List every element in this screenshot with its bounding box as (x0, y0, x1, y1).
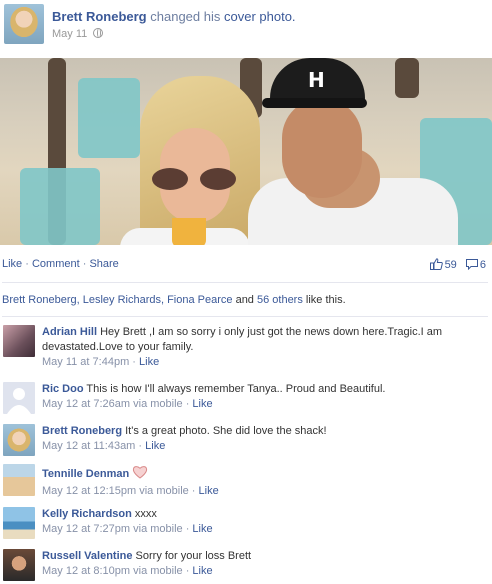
comment-count[interactable]: 6 (480, 259, 486, 271)
comment-text: This is how I'll always remember Tanya..… (83, 383, 386, 395)
cap-bill (262, 98, 367, 108)
comment-item: Kelly Richardson xxxx May 12 at 7:27pm v… (0, 507, 492, 541)
post-headline: Brett Roneberg changed his cover photo. (52, 9, 296, 24)
comment-like-link[interactable]: Like (145, 440, 165, 452)
thumbs-up-icon[interactable] (429, 258, 443, 270)
comment-meta: May 12 at 11:43am · Like (42, 440, 166, 452)
like-link[interactable]: Like (2, 258, 22, 270)
commenter-name-link[interactable]: Brett Roneberg (42, 425, 122, 437)
comment-via: via mobile (136, 485, 189, 497)
comment-text: It's a great photo. She did love the sha… (122, 425, 327, 437)
comment-time[interactable]: May 12 at 7:27pm (42, 523, 130, 535)
commenter-name-link[interactable]: Russell Valentine (42, 550, 132, 562)
comment-meta: May 11 at 7:44pm · Like (42, 356, 160, 368)
likes-tail-text: like this. (302, 294, 346, 306)
comment-body: Adrian Hill Hey Brett ,I am so sorry i o… (42, 325, 482, 370)
commenter-avatar[interactable] (3, 507, 35, 539)
comment-meta: May 12 at 12:15pm via mobile · Like (42, 485, 219, 497)
comment-link[interactable]: Comment (32, 258, 80, 270)
comment-body: Brett Roneberg It's a great photo. She d… (42, 424, 482, 454)
comment-body: Russell Valentine Sorry for your loss Br… (42, 549, 482, 579)
post-header: Brett Roneberg changed his cover photo. … (0, 0, 492, 58)
heart-icon (133, 466, 148, 479)
cover-photo[interactable]: H (0, 58, 492, 245)
beach-chair (78, 78, 140, 158)
comment-body: Tennille Denman May 12 at 12:15pm via mo… (42, 464, 482, 499)
comment-time[interactable]: May 12 at 7:26am (42, 398, 130, 410)
globe-icon[interactable] (93, 28, 104, 38)
likes-summary: Brett Roneberg, Lesley Richards, Fiona P… (2, 294, 346, 306)
comment-meta: May 12 at 7:26am via mobile · Like (42, 398, 213, 410)
comment-like-link[interactable]: Like (192, 565, 212, 577)
beach-chair (20, 168, 100, 245)
share-link[interactable]: Share (89, 258, 118, 270)
comment-text: Hey Brett ,I am so sorry i only just got… (42, 326, 443, 353)
comment-body: Ric Doo This is how I'll always remember… (42, 382, 482, 412)
author-name-link[interactable]: Brett Roneberg (52, 9, 147, 24)
comment-meta: May 12 at 8:10pm via mobile · Like (42, 565, 213, 577)
comment-bubble-icon[interactable] (465, 259, 478, 270)
comment-via: via mobile (130, 398, 183, 410)
likes-others-link[interactable]: 56 others (257, 294, 303, 306)
comment-like-link[interactable]: Like (192, 398, 212, 410)
post-actions: Like · Comment · Share (2, 258, 119, 270)
cocktail-glass (172, 218, 206, 245)
divider (2, 316, 488, 317)
sunglasses (152, 168, 240, 190)
likers-names[interactable]: Brett Roneberg, Lesley Richards, Fiona P… (2, 294, 233, 306)
divider (2, 282, 488, 283)
like-count[interactable]: 59 (445, 259, 457, 271)
comment-time[interactable]: May 12 at 8:10pm (42, 565, 130, 577)
comment-item: Brett Roneberg It's a great photo. She d… (0, 424, 492, 458)
commenter-name-link[interactable]: Adrian Hill (42, 326, 97, 338)
commenter-avatar[interactable] (3, 382, 35, 414)
comment-meta: May 12 at 7:27pm via mobile · Like (42, 523, 213, 535)
commenter-avatar[interactable] (3, 464, 35, 496)
post-date[interactable]: May 11 (52, 28, 87, 40)
commenter-avatar[interactable] (3, 325, 35, 357)
comment-like-link[interactable]: Like (139, 356, 159, 368)
default-avatar-icon (7, 388, 31, 414)
separator: · (79, 258, 90, 270)
comment-time[interactable]: May 11 at 7:44pm (42, 356, 129, 368)
comment-item: Adrian Hill Hey Brett ,I am so sorry i o… (0, 325, 492, 373)
cap-logo: H (308, 68, 325, 92)
comment-text: Sorry for your loss Brett (132, 550, 252, 562)
comment-item: Russell Valentine Sorry for your loss Br… (0, 549, 492, 583)
comment-like-link[interactable]: Like (199, 485, 219, 497)
comment-item: Ric Doo This is how I'll always remember… (0, 382, 492, 416)
commenter-name-link[interactable]: Tennille Denman (42, 468, 129, 480)
comment-via: via mobile (130, 523, 183, 535)
comment-time[interactable]: May 12 at 11:43am (42, 440, 135, 452)
post-counts: 59 6 (429, 258, 486, 271)
commenter-avatar[interactable] (3, 549, 35, 581)
comment-via: via mobile (130, 565, 183, 577)
comment-time[interactable]: May 12 at 12:15pm (42, 485, 136, 497)
commenter-avatar[interactable] (3, 424, 35, 456)
comment-like-link[interactable]: Like (192, 523, 212, 535)
commenter-name-link[interactable]: Kelly Richardson (42, 508, 132, 520)
palm-trunk (395, 58, 419, 98)
commenter-name-link[interactable]: Ric Doo (42, 383, 84, 395)
comment-body: Kelly Richardson xxxx May 12 at 7:27pm v… (42, 507, 482, 537)
comment-text: xxxx (131, 508, 157, 520)
post-meta: May 11 (52, 28, 104, 40)
separator: · (22, 258, 32, 270)
man-face (282, 98, 362, 198)
cover-photo-link[interactable]: cover photo. (224, 9, 296, 24)
author-avatar[interactable] (4, 4, 44, 44)
likes-and-text: and (232, 294, 257, 306)
comment-item: Tennille Denman May 12 at 12:15pm via mo… (0, 464, 492, 498)
post-action-text: changed his (150, 9, 221, 24)
